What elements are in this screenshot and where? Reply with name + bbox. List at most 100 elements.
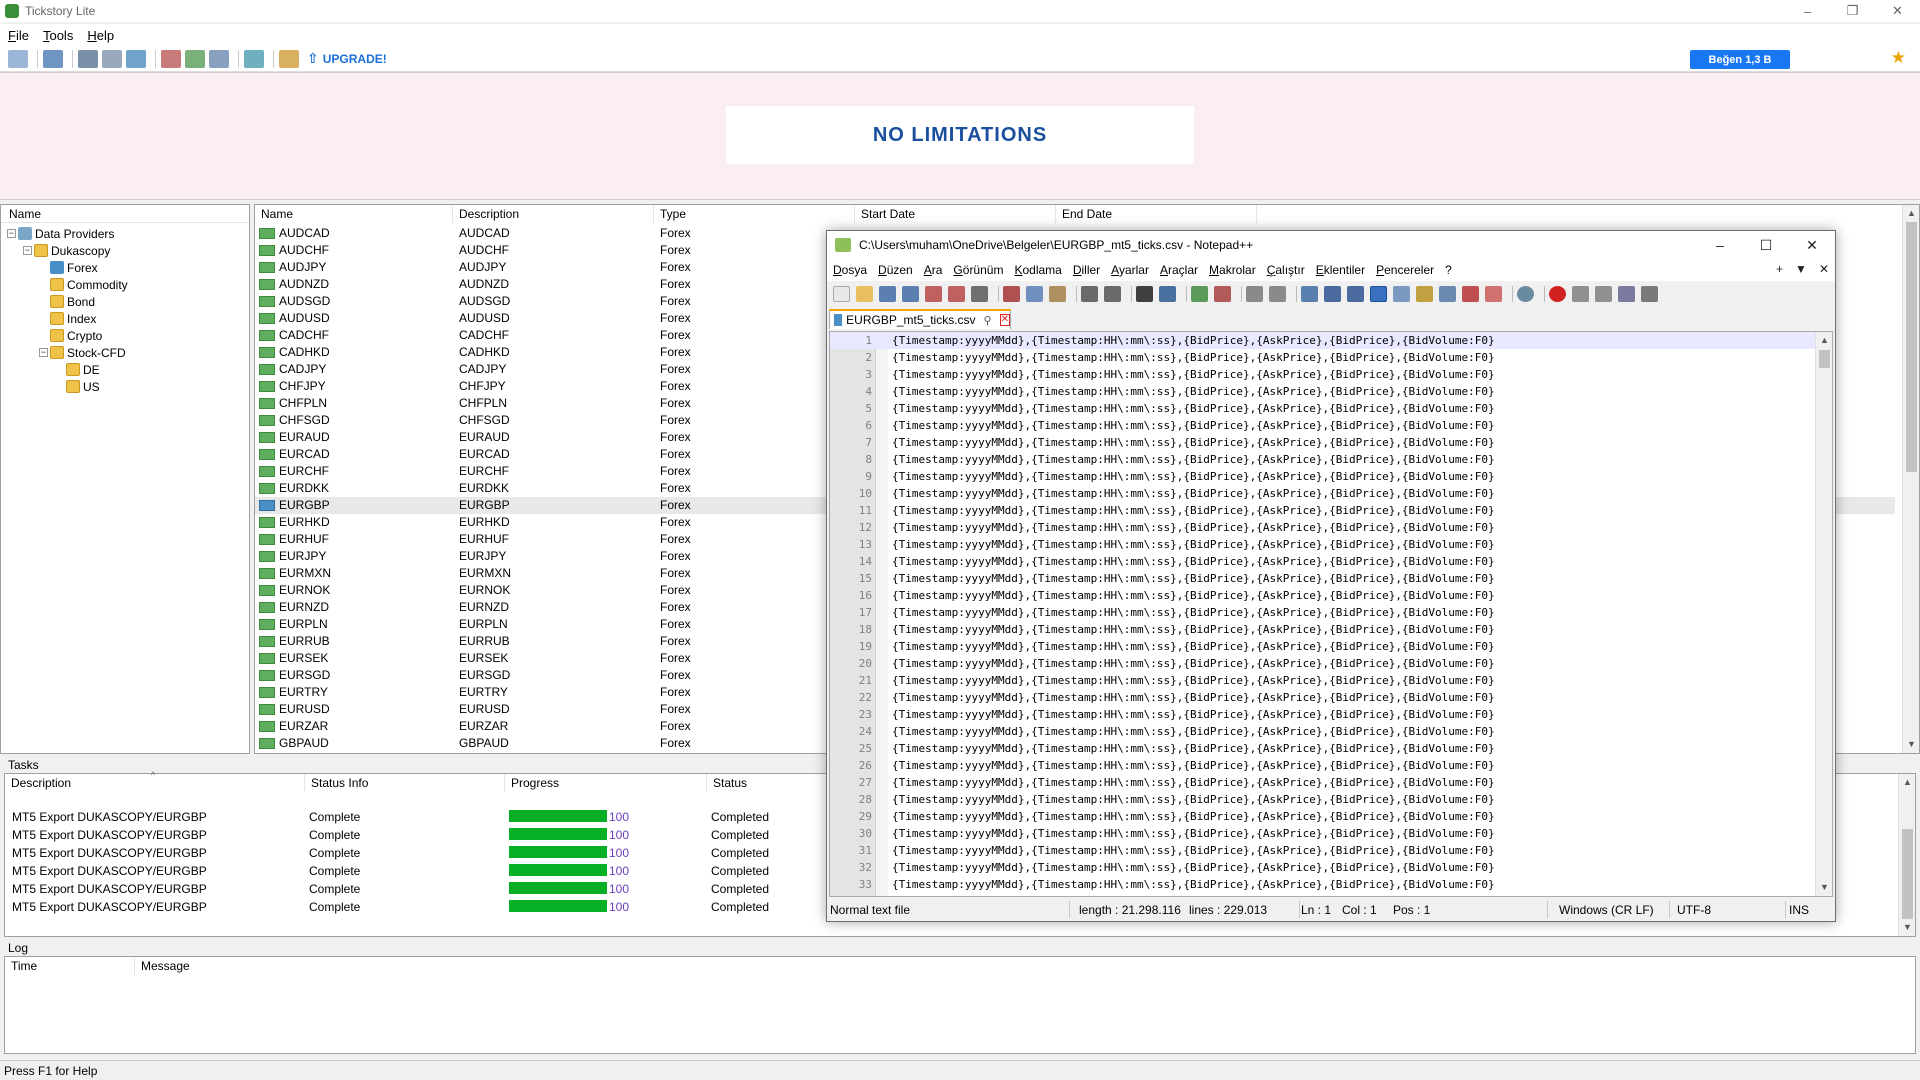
column-header-end-date[interactable]: End Date [1056, 205, 1257, 223]
code-line[interactable]: 4 {Timestamp:yyyyMMdd},{Timestamp:HH\:mm\… [830, 383, 1815, 400]
chart-icon[interactable] [161, 49, 181, 68]
code-line[interactable]: 19 {Timestamp:yyyyMMdd},{Timestamp:HH\:mm… [830, 638, 1815, 655]
stop-macro-icon[interactable] [1572, 286, 1589, 302]
task-row[interactable]: MT5 Export DUKASCOPY/EURGBP Complete 100 Co… [5, 808, 905, 826]
code-line[interactable]: 8 {Timestamp:yyyyMMdd},{Timestamp:HH\:mm\… [830, 451, 1815, 468]
search-data-icon[interactable] [102, 49, 122, 68]
task-row[interactable]: MT5 Export DUKASCOPY/EURGBP Complete 100 Co… [5, 880, 905, 898]
redo-icon[interactable] [1104, 286, 1121, 302]
code-line[interactable]: 33 {Timestamp:yyyyMMdd},{Timestamp:HH\:mm… [830, 876, 1815, 893]
task-row[interactable]: MT5 Export DUKASCOPY/EURGBP Complete 100 Co… [5, 862, 905, 880]
save-icon[interactable] [879, 286, 896, 302]
save-macro-icon[interactable] [1641, 286, 1658, 302]
function-list-icon[interactable] [1416, 286, 1433, 302]
find-icon[interactable] [1136, 286, 1153, 302]
table-icon[interactable] [209, 49, 229, 68]
npp-menu-dosya[interactable]: Dosya [833, 263, 867, 277]
save-all-icon[interactable] [902, 286, 919, 302]
npp-scrollbar[interactable]: ▲ ▼ [1815, 332, 1832, 896]
settings-icon[interactable] [8, 49, 28, 68]
code-line[interactable]: 24 {Timestamp:yyyyMMdd},{Timestamp:HH\:mm… [830, 723, 1815, 740]
code-line[interactable]: 23 {Timestamp:yyyyMMdd},{Timestamp:HH\:mm… [830, 706, 1815, 723]
code-line[interactable]: 25 {Timestamp:yyyyMMdd},{Timestamp:HH\:mm… [830, 740, 1815, 757]
import-icon[interactable] [43, 49, 63, 68]
tree-item[interactable]: Commodity [39, 276, 128, 293]
tree-item[interactable]: Index [39, 310, 96, 327]
code-line[interactable]: 1 {Timestamp:yyyyMMdd},{Timestamp:HH\:mm\… [830, 332, 1815, 349]
task-row[interactable]: MT5 Export DUKASCOPY/EURGBP Complete 100 Co… [5, 844, 905, 862]
code-line[interactable]: 7 {Timestamp:yyyyMMdd},{Timestamp:HH\:mm\… [830, 434, 1815, 451]
edit-icon[interactable] [279, 49, 299, 68]
scroll-thumb[interactable] [1819, 350, 1830, 368]
column-header-progress[interactable]: Progress [505, 774, 707, 792]
npp-menu-kodlama[interactable]: Kodlama [1014, 263, 1061, 277]
tree-expander-icon[interactable]: − [23, 246, 32, 255]
close-button[interactable]: ✕ [1875, 0, 1920, 22]
code-line[interactable]: 20 {Timestamp:yyyyMMdd},{Timestamp:HH\:mm… [830, 655, 1815, 672]
npp-menu-makrolar[interactable]: Makrolar [1209, 263, 1256, 277]
export-icon[interactable] [126, 49, 146, 68]
npp-menu-ayarlar[interactable]: Ayarlar [1111, 263, 1149, 277]
code-line[interactable]: 3 {Timestamp:yyyyMMdd},{Timestamp:HH\:mm\… [830, 366, 1815, 383]
zoom-in-icon[interactable] [1191, 286, 1208, 302]
instrument-scrollbar[interactable]: ▲ ▼ [1902, 205, 1919, 753]
scroll-up-icon[interactable]: ▲ [1816, 332, 1832, 349]
column-header-description[interactable]: Description ^ [5, 770, 305, 792]
code-line[interactable]: 9 {Timestamp:yyyyMMdd},{Timestamp:HH\:mm\… [830, 468, 1815, 485]
download-icon[interactable] [78, 49, 98, 68]
tree-expander-icon[interactable]: − [7, 229, 16, 238]
scroll-thumb[interactable] [1906, 222, 1917, 472]
scroll-up-icon[interactable]: ▲ [1903, 205, 1920, 222]
tab-eurgbp-csv[interactable]: EURGBP_mt5_ticks.csv ⚲ ✕ [829, 309, 1011, 329]
code-line[interactable]: 14 {Timestamp:yyyyMMdd},{Timestamp:HH\:mm… [830, 553, 1815, 570]
code-line[interactable]: 2 {Timestamp:yyyyMMdd},{Timestamp:HH\:mm\… [830, 349, 1815, 366]
indent-guide-icon[interactable] [1347, 286, 1364, 302]
code-line[interactable]: 17 {Timestamp:yyyyMMdd},{Timestamp:HH\:mm… [830, 604, 1815, 621]
zoom-out-icon[interactable] [1214, 286, 1231, 302]
code-line[interactable]: 29 {Timestamp:yyyyMMdd},{Timestamp:HH\:mm… [830, 808, 1815, 825]
folder-workspace-icon[interactable] [1439, 286, 1456, 302]
record-macro-icon[interactable] [1549, 286, 1566, 302]
code-line[interactable]: 16 {Timestamp:yyyyMMdd},{Timestamp:HH\:mm… [830, 587, 1815, 604]
scroll-down-icon[interactable]: ▼ [1816, 879, 1832, 896]
favorite-star-icon[interactable]: ★ [1891, 48, 1906, 68]
upgrade-button[interactable]: ⇧ UPGRADE! [307, 50, 387, 67]
npp-close-button[interactable]: ✕ [1789, 231, 1835, 259]
npp-menu-calistir[interactable]: Çalıştır [1267, 263, 1305, 277]
menu-help[interactable]: Help [87, 28, 114, 43]
code-line[interactable]: 32 {Timestamp:yyyyMMdd},{Timestamp:HH\:mm… [830, 859, 1815, 876]
npp-menu-diller[interactable]: Diller [1073, 263, 1100, 277]
npp-minimize-button[interactable]: – [1697, 231, 1743, 259]
run-macro-multiple-icon[interactable] [1618, 286, 1635, 302]
sync-vertical-icon[interactable] [1246, 286, 1263, 302]
monitor-icon[interactable] [1462, 286, 1479, 302]
task-row[interactable]: MT5 Export DUKASCOPY/EURGBP Complete 100 Co… [5, 826, 905, 844]
column-header-description[interactable]: Description [453, 205, 654, 223]
npp-menu-help[interactable]: ? [1445, 263, 1452, 277]
code-line[interactable]: 5 {Timestamp:yyyyMMdd},{Timestamp:HH\:mm\… [830, 400, 1815, 417]
play-macro-icon[interactable] [1595, 286, 1612, 302]
banner-text[interactable]: NO LIMITATIONS [726, 106, 1194, 164]
paste-icon[interactable] [1049, 286, 1066, 302]
code-line[interactable]: 28 {Timestamp:yyyyMMdd},{Timestamp:HH\:mm… [830, 791, 1815, 808]
code-line[interactable]: 31 {Timestamp:yyyyMMdd},{Timestamp:HH\:mm… [830, 842, 1815, 859]
menu-file[interactable]: File [8, 28, 29, 43]
tree-expander-icon[interactable]: − [39, 348, 48, 357]
open-file-icon[interactable] [856, 286, 873, 302]
task-row[interactable]: MT5 Export DUKASCOPY/EURGBP Complete 100 Co… [5, 898, 905, 916]
column-header-type[interactable]: Type [654, 205, 855, 223]
tree-item[interactable]: Bond [39, 293, 95, 310]
column-header-status-info[interactable]: Status Info [305, 774, 505, 792]
code-line[interactable]: 26 {Timestamp:yyyyMMdd},{Timestamp:HH\:mm… [830, 757, 1815, 774]
refresh-icon[interactable] [244, 49, 264, 68]
pin-icon[interactable]: ⚲ [984, 314, 992, 327]
npp-menu-eklentiler[interactable]: Eklentiler [1316, 263, 1365, 277]
code-line[interactable]: 30 {Timestamp:yyyyMMdd},{Timestamp:HH\:mm… [830, 825, 1815, 842]
close-all-icon[interactable] [948, 286, 965, 302]
tree-item[interactable]: US [55, 378, 100, 395]
npp-maximize-button[interactable]: ☐ [1743, 231, 1789, 259]
code-line[interactable]: 12 {Timestamp:yyyyMMdd},{Timestamp:HH\:mm… [830, 519, 1815, 536]
tab-list-icon[interactable]: ▼ [1795, 262, 1807, 276]
scroll-up-icon[interactable]: ▲ [1899, 774, 1916, 791]
tasks-scrollbar[interactable]: ▲ ▼ [1898, 774, 1915, 936]
